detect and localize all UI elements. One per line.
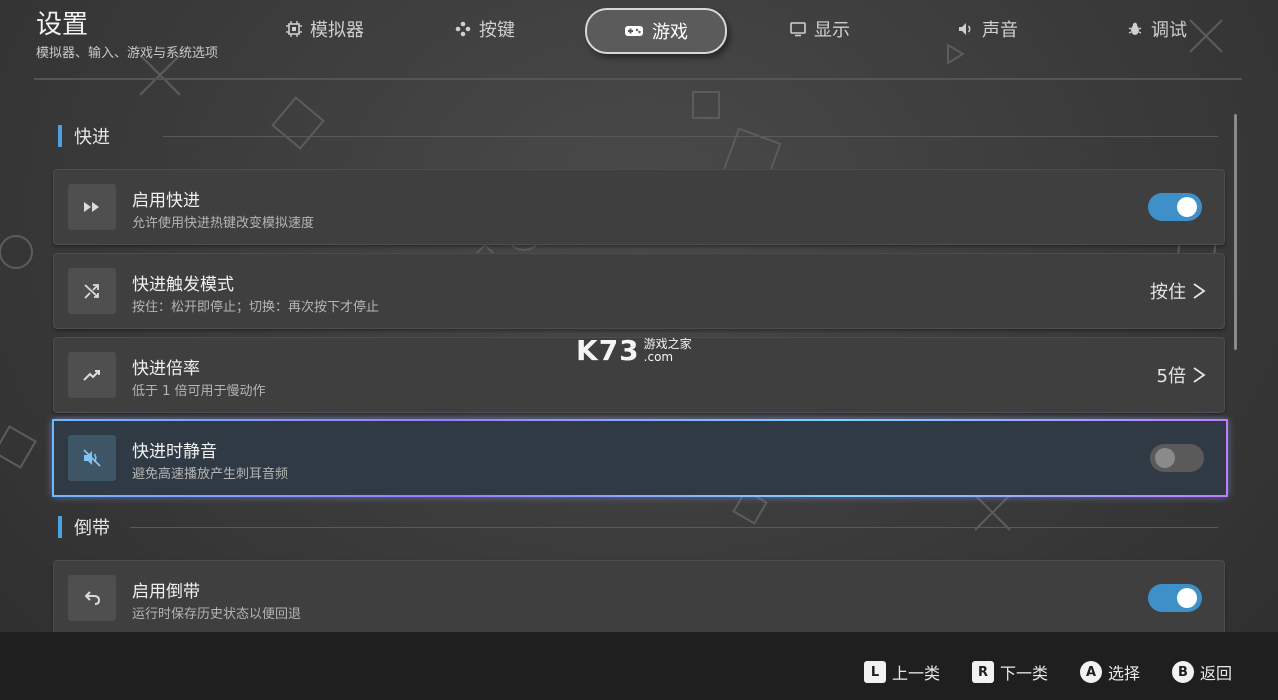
section-divider — [130, 527, 1218, 528]
speaker-icon — [959, 23, 971, 35]
setting-description: 运行时保存历史状态以便回退 — [132, 607, 302, 622]
trending-up-icon — [83, 370, 100, 381]
setting-row-enable-rewind[interactable]: 启用倒带 运行时保存历史状态以便回退 — [53, 560, 1225, 636]
header: 设置 模拟器、输入、游戏与系统选项 模拟器 按键 游戏 显示 声音 调试 — [0, 0, 1278, 80]
tab-keys[interactable]: 按键 — [440, 8, 530, 50]
toggle-knob — [1177, 588, 1197, 608]
header-divider — [34, 78, 1242, 80]
tab-emulator[interactable]: 模拟器 — [270, 8, 380, 50]
tab-label: 游戏 — [652, 22, 688, 43]
b-button-icon: B — [1172, 661, 1194, 683]
setting-title: 快进时静音 — [132, 442, 217, 462]
hint-select[interactable]: A 选择 — [1080, 660, 1140, 684]
section-title: 倒带 — [74, 518, 110, 539]
tab-label: 声音 — [982, 20, 1018, 41]
section-header-fast-forward: 快进 — [58, 123, 110, 149]
setting-value: 按住 — [1150, 282, 1186, 303]
tab-debug[interactable]: 调试 — [1112, 8, 1202, 50]
fast-forward-icon — [84, 202, 99, 212]
hint-label: 下一类 — [1000, 664, 1049, 683]
row-icon-box — [68, 184, 116, 230]
monitor-icon — [790, 22, 806, 37]
setting-row-enable-fast-forward[interactable]: 启用快进 允许使用快进热键改变模拟速度 — [53, 169, 1225, 245]
setting-row-fast-forward-mode[interactable]: 快进触发模式 按住：松开即停止；切换：再次按下才停止 按住 — [53, 253, 1225, 329]
setting-description: 按住：松开即停止；切换：再次按下才停止 — [132, 300, 380, 315]
setting-title: 启用快进 — [132, 191, 200, 211]
row-icon-box — [68, 352, 116, 398]
scrollbar[interactable] — [1234, 114, 1237, 350]
tab-label: 显示 — [814, 20, 850, 41]
section-header-rewind: 倒带 — [58, 514, 110, 540]
bug-icon — [1128, 22, 1142, 35]
section-accent-bar — [58, 125, 62, 147]
gamepad-buttons-icon — [455, 21, 471, 37]
toggle-switch[interactable] — [1148, 584, 1202, 612]
tab-label: 模拟器 — [310, 20, 364, 41]
tab-display[interactable]: 显示 — [775, 8, 865, 50]
hint-next-category[interactable]: R 下一类 — [972, 660, 1048, 684]
row-icon-box — [68, 575, 116, 621]
hint-back[interactable]: B 返回 — [1172, 660, 1232, 684]
chevron-right-icon — [1193, 367, 1206, 383]
toggle-switch[interactable] — [1148, 193, 1202, 221]
watermark-subtext: 游戏之家 .com — [643, 336, 692, 364]
tab-sound[interactable]: 声音 — [943, 8, 1033, 50]
tab-label: 调试 — [1151, 20, 1187, 41]
row-icon-box — [68, 435, 116, 481]
shuffle-icon — [84, 284, 99, 299]
setting-value: 5倍 — [1156, 366, 1186, 387]
toggle-switch[interactable] — [1150, 444, 1204, 472]
watermark-text: K73 — [576, 334, 640, 367]
controller-icon — [625, 26, 643, 36]
setting-description: 允许使用快进热键改变模拟速度 — [132, 216, 315, 231]
setting-row-mute-during-fast-forward[interactable]: 快进时静音 避免高速播放产生刺耳音频 — [52, 419, 1228, 497]
watermark-line: .com — [643, 349, 674, 364]
watermark-logo: K73 游戏之家 .com — [576, 334, 692, 367]
setting-title: 快进触发模式 — [132, 275, 234, 295]
toggle-knob — [1177, 197, 1197, 217]
watermark-line: 游戏之家 — [643, 336, 692, 351]
toggle-knob — [1155, 448, 1175, 468]
setting-title: 启用倒带 — [132, 582, 200, 602]
section-accent-bar — [58, 516, 62, 538]
r-button-icon: R — [972, 661, 994, 683]
section-title: 快进 — [74, 127, 110, 148]
chevron-right-icon — [1193, 283, 1206, 299]
volume-mute-icon — [83, 449, 101, 467]
hint-prev-category[interactable]: L 上一类 — [864, 660, 940, 684]
page-title: 设置 — [36, 10, 89, 40]
page-subtitle: 模拟器、输入、游戏与系统选项 — [36, 46, 219, 61]
section-divider — [163, 136, 1218, 137]
l-button-icon: L — [864, 661, 886, 683]
hint-label: 上一类 — [892, 664, 941, 683]
tab-label: 按键 — [479, 20, 515, 41]
setting-description: 低于 1 倍可用于慢动作 — [132, 384, 266, 399]
setting-title: 快进倍率 — [132, 359, 200, 379]
a-button-icon: A — [1080, 661, 1102, 683]
chip-icon — [286, 21, 302, 37]
hint-label: 返回 — [1200, 664, 1233, 683]
setting-value-selector[interactable]: 按住 — [1150, 278, 1206, 304]
undo-icon — [84, 591, 101, 605]
setting-value-selector[interactable]: 5倍 — [1157, 362, 1206, 388]
setting-description: 避免高速播放产生刺耳音频 — [132, 467, 289, 482]
row-icon-box — [68, 268, 116, 314]
hint-label: 选择 — [1108, 664, 1141, 683]
tab-game[interactable]: 游戏 — [585, 8, 727, 54]
